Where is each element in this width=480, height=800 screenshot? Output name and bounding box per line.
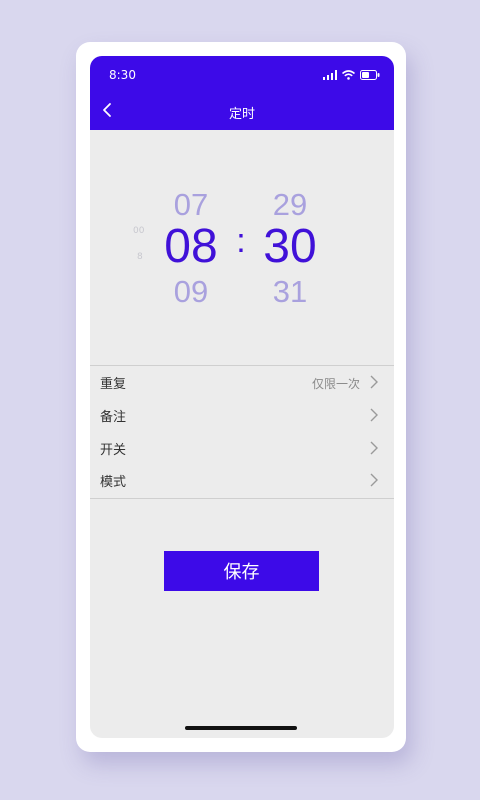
row-value: 仅限一次	[311, 377, 360, 391]
settings-row-note[interactable]: 备注	[90, 399, 394, 431]
time-picker[interactable]: 00 8 07 08 09 : 29 30 31	[90, 130, 394, 366]
save-button[interactable]: 保存	[164, 551, 319, 591]
page-title: 定时	[228, 107, 255, 122]
header-bar: 8:30 定时	[90, 56, 394, 130]
status-time: 8:30	[109, 68, 136, 82]
time-separator: :	[236, 222, 246, 260]
minute-next[interactable]: 31	[250, 274, 330, 310]
settings-row-switch[interactable]: 开关	[90, 432, 394, 464]
picker-ghost-text: 8	[137, 252, 143, 262]
battery-icon	[360, 70, 380, 80]
row-label: 开关	[100, 443, 127, 458]
minute-prev[interactable]: 29	[250, 187, 330, 223]
chevron-right-icon	[370, 473, 378, 487]
hour-next[interactable]: 09	[151, 274, 231, 310]
picker-ghost-text: 00	[133, 226, 145, 236]
row-label: 模式	[100, 475, 127, 490]
hour-prev[interactable]: 07	[151, 187, 231, 223]
settings-row-mode[interactable]: 模式	[90, 464, 394, 496]
chevron-right-icon	[370, 375, 378, 389]
home-indicator	[185, 726, 297, 730]
chevron-right-icon	[370, 408, 378, 422]
signal-icon	[323, 70, 337, 80]
app-screen: 8:30 定时 00 8 07 08 09: 29 30 31 重复 仅限一次…	[90, 56, 394, 738]
wifi-icon	[342, 70, 355, 80]
row-label: 备注	[100, 410, 127, 425]
minute-selected[interactable]: 30	[250, 219, 330, 274]
settings-row-repeat[interactable]: 重复 仅限一次	[90, 366, 394, 398]
settings-list: 重复 仅限一次 备注 开关 模式	[90, 365, 394, 499]
row-label: 重复	[100, 377, 127, 392]
chevron-right-icon	[370, 441, 378, 455]
hour-selected[interactable]: 08	[151, 219, 231, 274]
status-icons	[323, 69, 380, 81]
